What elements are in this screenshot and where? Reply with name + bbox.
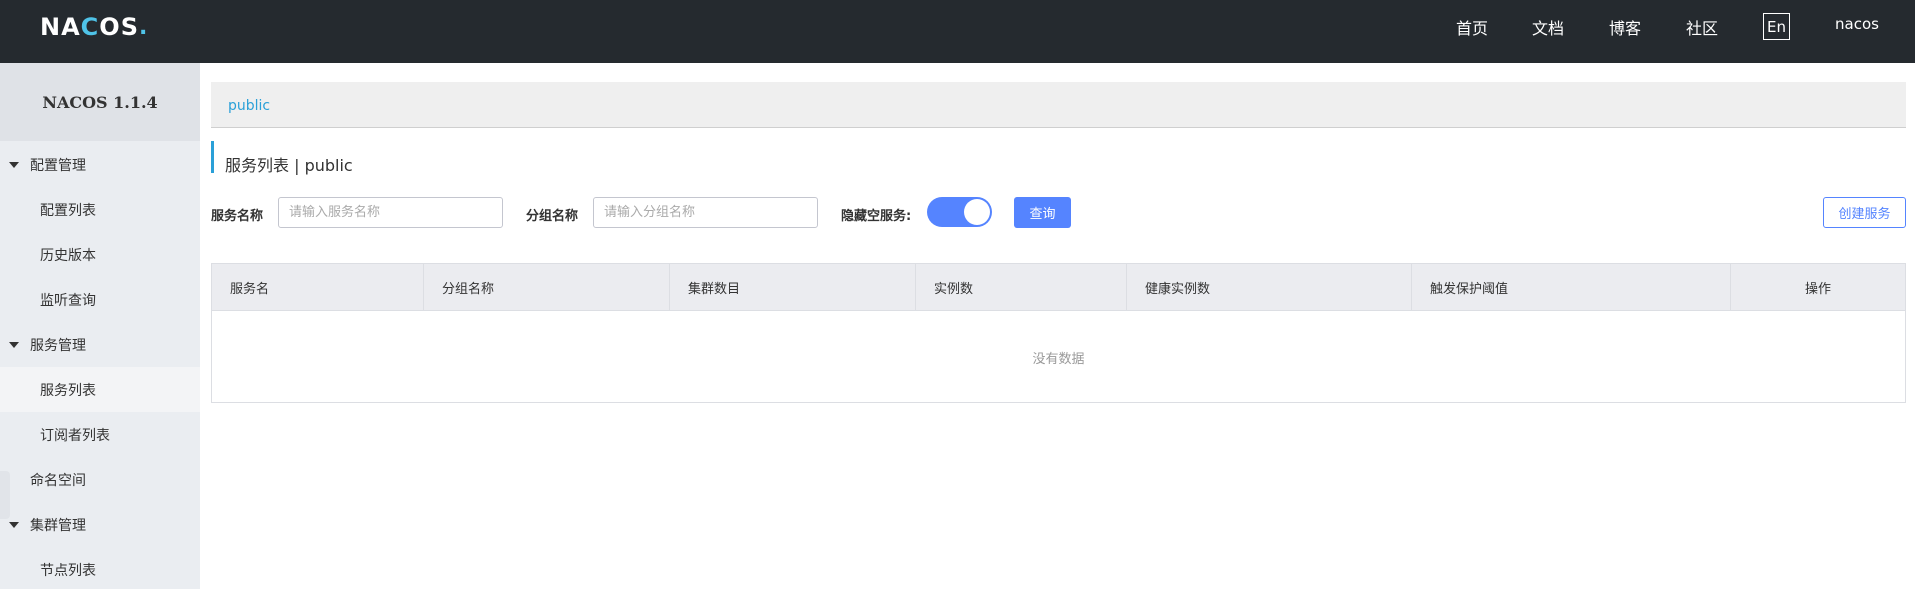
nav-blog-link[interactable]: 博客 [1609,15,1641,39]
title-accent-bar [211,141,214,173]
table-empty-text: 没有数据 [1032,351,1085,367]
service-name-label: 服务名称 [211,209,264,224]
sidebar-item-subscriber-list[interactable]: 订阅者列表 [0,412,200,457]
sidebar-collapse-handle[interactable] [0,471,10,519]
sidebar-title: NACOS 1.1.4 [0,63,200,141]
sidebar-item-label: 命名空间 [30,472,86,489]
page-title: 服务列表 | public [225,156,353,175]
logo-text-part1: NA [40,13,81,41]
sidebar-item-label: 节点列表 [40,562,96,579]
breadcrumb: public [211,82,1906,128]
sidebar-item-history[interactable]: 历史版本 [0,232,200,277]
service-name-input[interactable] [278,197,503,228]
sidebar-item-namespace[interactable]: 命名空间 [0,457,200,502]
column-header-actions: 操作 [1804,281,1831,297]
column-header-protect-threshold: 触发保护阈值 [1412,264,1731,310]
switch-knob [964,199,990,225]
group-name-input[interactable] [593,197,818,228]
caret-down-icon [9,162,19,168]
sidebar-item-label: 服务列表 [40,382,96,399]
user-name[interactable]: nacos [1835,15,1879,33]
caret-down-icon [9,342,19,348]
sidebar-item-service-management[interactable]: 服务管理 [0,322,200,367]
hide-empty-service-switch[interactable] [927,197,992,227]
logo-text-part3: OS [99,13,139,41]
logo-text-part2: C [80,13,100,41]
sidebar-item-label: 历史版本 [40,247,96,264]
sidebar-item-label: 配置管理 [30,157,86,174]
language-switch-button[interactable]: En [1763,13,1790,40]
query-button[interactable]: 查询 [1014,197,1071,228]
service-table: 服务名 分组名称 集群数目 实例数 健康实例数 触发保护阈值 操作 没有数据 [211,263,1906,403]
column-header-service-name: 服务名 [212,264,424,310]
nav-home-link[interactable]: 首页 [1456,15,1488,39]
namespace-link[interactable]: public [228,98,270,114]
sidebar-item-label: 服务管理 [30,337,86,354]
column-header-group-name: 分组名称 [424,264,670,310]
sidebar-item-service-list[interactable]: 服务列表 [0,367,200,412]
nav-community-link[interactable]: 社区 [1686,15,1718,39]
sidebar-item-label: 配置列表 [40,202,96,219]
hide-empty-service-label: 隐藏空服务: [841,209,912,224]
create-service-button[interactable]: 创建服务 [1823,197,1906,228]
sidebar-item-config-management[interactable]: 配置管理 [0,142,200,187]
caret-down-icon [9,522,19,528]
sidebar-item-label: 集群管理 [30,517,86,534]
sidebar-item-listener-query[interactable]: 监听查询 [0,277,200,322]
column-header-instance-count: 实例数 [916,264,1127,310]
sidebar-item-label: 监听查询 [40,292,96,309]
column-header-healthy-instance-count: 健康实例数 [1127,264,1412,310]
group-name-label: 分组名称 [526,209,579,224]
column-header-cluster-count: 集群数目 [670,264,916,310]
top-navbar: NA C OS. 首页 文档 博客 社区 En nacos [0,0,1915,63]
logo-dot: . [138,14,149,40]
sidebar-item-config-list[interactable]: 配置列表 [0,187,200,232]
sidebar-item-label: 订阅者列表 [40,427,110,444]
sidebar-item-cluster-management[interactable]: 集群管理 [0,502,200,547]
sidebar: NACOS 1.1.4 配置管理 配置列表 历史版本 监听查询 服务管理 服务列… [0,63,200,589]
sidebar-item-node-list[interactable]: 节点列表 [0,547,200,592]
nacos-logo[interactable]: NA C OS. [40,12,148,42]
nav-docs-link[interactable]: 文档 [1532,15,1564,39]
table-header: 服务名 分组名称 集群数目 实例数 健康实例数 触发保护阈值 操作 [212,264,1905,311]
